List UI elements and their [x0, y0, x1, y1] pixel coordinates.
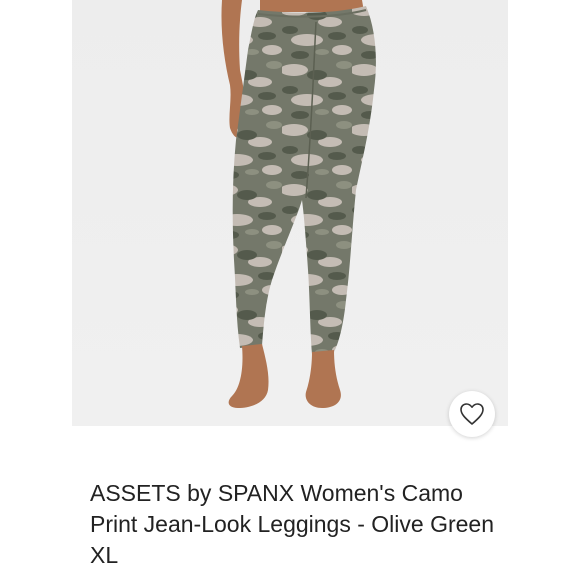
leggings-illustration [72, 0, 508, 426]
product-image[interactable] [72, 0, 508, 426]
heart-outline-icon [460, 403, 484, 425]
product-title[interactable]: ASSETS by SPANX Women's Camo Print Jean-… [90, 478, 500, 571]
favorite-button[interactable] [449, 391, 495, 437]
